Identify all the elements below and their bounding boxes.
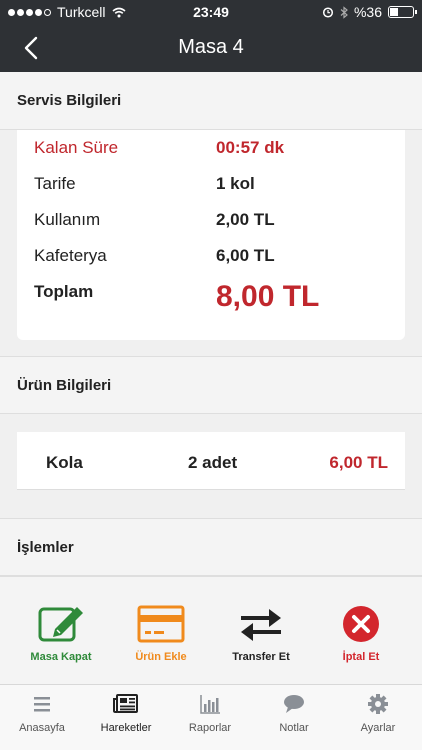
tab-bar: Anasayfa Hareketler Raporlar Notlar Ayar… bbox=[0, 684, 422, 750]
close-table-button[interactable]: Masa Kapat bbox=[11, 605, 111, 663]
remaining-time-value: 00:57 dk bbox=[216, 138, 285, 157]
product-quantity: 2 adet bbox=[188, 453, 238, 472]
service-card: Kalan Süre 00:57 dk Tarife 1 kol Kullanı… bbox=[17, 130, 405, 340]
bluetooth-icon bbox=[340, 5, 348, 19]
alarm-icon bbox=[322, 7, 334, 18]
total-label: Toplam bbox=[34, 282, 94, 301]
tariff-value: 1 kol bbox=[216, 174, 255, 193]
page-title: Masa 4 bbox=[178, 36, 244, 58]
total-value: 8,00 TL bbox=[216, 280, 320, 313]
add-product-button[interactable]: Ürün Ekle bbox=[111, 605, 211, 663]
add-product-label: Ürün Ekle bbox=[135, 651, 187, 663]
operations-section-header: İşlemler bbox=[0, 518, 422, 576]
edit-icon bbox=[38, 607, 83, 642]
top-bar: Turkcell 23:49 %36 Masa 4 bbox=[0, 0, 422, 72]
transfer-arrows-icon bbox=[241, 609, 281, 641]
usage-label: Kullanım bbox=[34, 210, 101, 229]
close-table-label: Masa Kapat bbox=[30, 651, 92, 663]
product-heading: Ürün Bilgileri bbox=[17, 377, 112, 394]
tab-ayarlar[interactable]: Ayarlar bbox=[336, 693, 420, 734]
tab-hareketler[interactable]: Hareketler bbox=[84, 693, 168, 734]
tab-anasayfa[interactable]: Anasayfa bbox=[0, 693, 84, 734]
tab-label-ayarlar: Ayarlar bbox=[360, 722, 396, 734]
transfer-button[interactable]: Transfer Et bbox=[211, 605, 311, 663]
gear-icon bbox=[368, 694, 388, 714]
tariff-label: Tarife bbox=[34, 174, 76, 193]
tab-notlar[interactable]: Notlar bbox=[252, 693, 336, 734]
cafeteria-label: Kafeterya bbox=[34, 246, 107, 265]
remaining-time-label: Kalan Süre bbox=[34, 138, 119, 157]
bar-chart-icon bbox=[200, 695, 220, 714]
status-bar: Turkcell 23:49 %36 bbox=[0, 0, 422, 24]
battery-icon bbox=[388, 6, 417, 18]
cafeteria-value: 6,00 TL bbox=[216, 246, 275, 265]
actions-bar: Masa Kapat Ürün Ekle Transfer Et İptal E… bbox=[0, 576, 422, 684]
product-name: Kola bbox=[46, 453, 83, 472]
tab-raporlar[interactable]: Raporlar bbox=[168, 693, 252, 734]
cancel-icon bbox=[343, 606, 379, 642]
battery-percent: %36 bbox=[353, 4, 382, 20]
usage-value: 2,00 TL bbox=[216, 210, 275, 229]
tab-label-anasayfa: Anasayfa bbox=[19, 722, 65, 734]
service-section-header: Servis Bilgileri bbox=[0, 72, 422, 130]
cancel-label: İptal Et bbox=[342, 651, 380, 663]
speech-bubble-icon bbox=[284, 695, 304, 713]
newspaper-icon bbox=[113, 694, 138, 713]
menu-icon bbox=[34, 697, 50, 712]
tab-label-raporlar: Raporlar bbox=[188, 722, 232, 734]
product-section-header: Ürün Bilgileri bbox=[0, 356, 422, 414]
transfer-label: Transfer Et bbox=[232, 651, 290, 663]
tab-label-notlar: Notlar bbox=[279, 722, 309, 734]
credit-card-icon bbox=[137, 605, 185, 643]
product-price: 6,00 TL bbox=[329, 453, 388, 472]
operations-heading: İşlemler bbox=[17, 539, 74, 556]
cancel-button[interactable]: İptal Et bbox=[311, 605, 411, 663]
product-list-item[interactable]: Kola 2 adet 6,00 TL bbox=[17, 432, 405, 490]
tab-label-hareketler: Hareketler bbox=[100, 722, 152, 734]
service-heading: Servis Bilgileri bbox=[17, 92, 122, 109]
